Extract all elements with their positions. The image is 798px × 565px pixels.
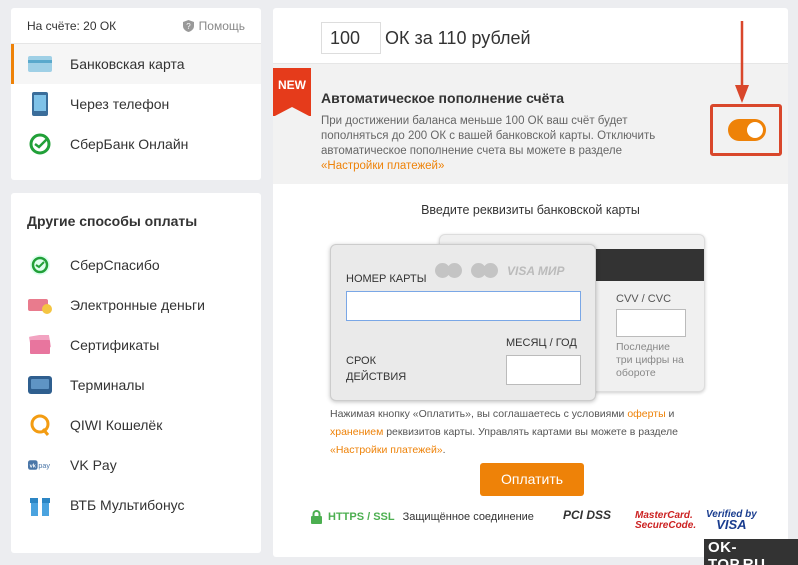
help-link[interactable]: ? Помощь — [182, 18, 245, 33]
method-label: QIWI Кошелёк — [70, 417, 163, 433]
maestro-icon — [447, 263, 462, 278]
terms-part: . — [442, 444, 446, 456]
method-qiwi[interactable]: QIWI Кошелёк — [11, 405, 261, 445]
method-label: ВТБ Мультибонус — [70, 497, 185, 513]
toggle-highlight-frame — [710, 104, 782, 156]
terms-part: Нажимая кнопку «Оплатить», вы соглашаете… — [330, 408, 628, 420]
month-year-input[interactable] — [506, 355, 581, 385]
method-label: СберСпасибо — [70, 257, 160, 273]
sberbank-icon — [28, 132, 52, 156]
payment-methods-panel: На счёте: 20 ОК ? Помощь Банковская карт… — [11, 8, 261, 180]
watermark: OK-TOP.RU — [704, 539, 798, 565]
other-methods-title: Другие способы оплаты — [27, 213, 198, 229]
expiry-label-line1: СРОК — [346, 355, 377, 367]
mastercard-securecode-logo: MasterCard. SecureCode. — [635, 511, 696, 531]
auto-topup-description: При достижении баланса меньше 100 ОК ваш… — [321, 114, 679, 174]
method-label: Банковская карта — [70, 56, 185, 72]
e-money-icon — [28, 293, 52, 317]
svg-text:?: ? — [186, 22, 191, 31]
maestro-icon — [483, 263, 498, 278]
help-label: Помощь — [198, 18, 245, 33]
method-label: Через телефон — [70, 96, 170, 112]
expiry-label-line2: ДЕЙСТВИЯ — [346, 371, 407, 383]
method-e-money[interactable]: Электронные деньги — [11, 285, 261, 325]
vkpay-icon: vk pay — [28, 453, 52, 477]
payment-settings-link[interactable]: «Настройки платежей» — [321, 160, 444, 172]
method-vkpay[interactable]: vk pay VK Pay — [11, 445, 261, 485]
card-form-title: Введите реквизиты банковской карты — [421, 203, 640, 217]
auto-topup-section: NEW Автоматическое пополнение счёта При … — [273, 64, 788, 184]
card-front: НОМЕР КАРТЫ VISA МИР СРОК ДЕЙСТВИЯ МЕСЯЦ … — [330, 244, 596, 401]
security-row: HTTPS / SSL Защищённое соединение — [311, 510, 534, 524]
vtb-gift-icon — [28, 493, 52, 517]
terms-part: реквизитов карты. Управлять картами вы м… — [383, 426, 678, 438]
cvv-label: CVV / CVC — [616, 293, 672, 305]
auto-topup-desc-text: При достижении баланса меньше 100 ОК ваш… — [321, 115, 656, 157]
purchase-bar: 100 ОК за 110 рублей — [273, 8, 788, 64]
payment-main-panel: 100 ОК за 110 рублей NEW Автоматическое … — [273, 8, 788, 557]
terms-text: Нажимая кнопку «Оплатить», вы соглашаете… — [330, 405, 730, 459]
method-label: Сертификаты — [70, 337, 160, 353]
method-sberbank[interactable]: СберБанк Онлайн — [11, 124, 261, 164]
auto-topup-title: Автоматическое пополнение счёта — [321, 90, 565, 106]
amount-description: ОК за 110 рублей — [385, 28, 531, 48]
svg-text:pay: pay — [38, 461, 50, 470]
visa-mir-text: VISA МИР — [507, 263, 565, 278]
new-badge: NEW — [273, 68, 311, 117]
certificate-icon — [28, 333, 52, 357]
method-label: СберБанк Онлайн — [70, 136, 189, 152]
pci-dss-logo: PCI DSS — [563, 508, 612, 522]
method-sberspasibo[interactable]: СберСпасибо — [11, 245, 261, 285]
balance-text: На счёте: 20 ОК — [27, 18, 117, 33]
bank-card-icon — [28, 52, 52, 76]
payment-settings-link-2[interactable]: «Настройки платежей» — [330, 444, 443, 456]
method-label: VK Pay — [70, 457, 117, 473]
sberspasibo-icon — [28, 253, 52, 277]
card-number-label: НОМЕР КАРТЫ — [346, 273, 427, 285]
terms-part: и — [665, 408, 675, 420]
card-brand-logos: VISA МИР — [435, 263, 565, 278]
down-arrow-icon — [735, 21, 749, 103]
expiry-label: СРОК ДЕЙСТВИЯ — [346, 353, 406, 385]
terminal-icon — [28, 373, 52, 397]
pay-button[interactable]: Оплатить — [480, 463, 584, 496]
visa-line2: VISA — [716, 517, 747, 532]
method-vtb[interactable]: ВТБ Мультибонус — [11, 485, 261, 525]
amount-input[interactable]: 100 — [321, 22, 381, 54]
https-label: HTTPS / SSL — [328, 511, 395, 523]
svg-text:vk: vk — [30, 463, 37, 469]
cvv-input[interactable] — [616, 309, 686, 337]
other-methods-panel: Другие способы оплаты СберСпасибо Электр… — [11, 193, 261, 553]
mc-line2: SecureCode. — [635, 520, 697, 531]
toggle-knob — [747, 122, 763, 138]
method-label: Электронные деньги — [70, 297, 205, 313]
shield-icon: ? — [182, 19, 194, 32]
cvv-note: Последние три цифры на обороте — [616, 341, 684, 379]
card-number-input[interactable] — [346, 291, 581, 321]
method-phone[interactable]: Через телефон — [11, 84, 261, 124]
panel-header: На счёте: 20 ОК ? Помощь — [11, 8, 261, 44]
storage-link[interactable]: хранением — [330, 426, 383, 438]
method-certificates[interactable]: Сертификаты — [11, 325, 261, 365]
phone-icon — [28, 92, 52, 116]
method-label: Терминалы — [70, 377, 145, 393]
method-terminals[interactable]: Терминалы — [11, 365, 261, 405]
method-bank-card[interactable]: Банковская карта — [11, 44, 261, 84]
offer-link[interactable]: оферты — [627, 408, 665, 420]
qiwi-icon — [28, 413, 52, 437]
auto-topup-toggle[interactable] — [728, 119, 766, 141]
secure-connection-text: Защищённое соединение — [402, 511, 534, 523]
lock-icon — [311, 510, 322, 524]
month-year-label: МЕСЯЦ / ГОД — [506, 337, 577, 349]
verified-by-visa-logo: Verified by VISA — [706, 510, 757, 532]
